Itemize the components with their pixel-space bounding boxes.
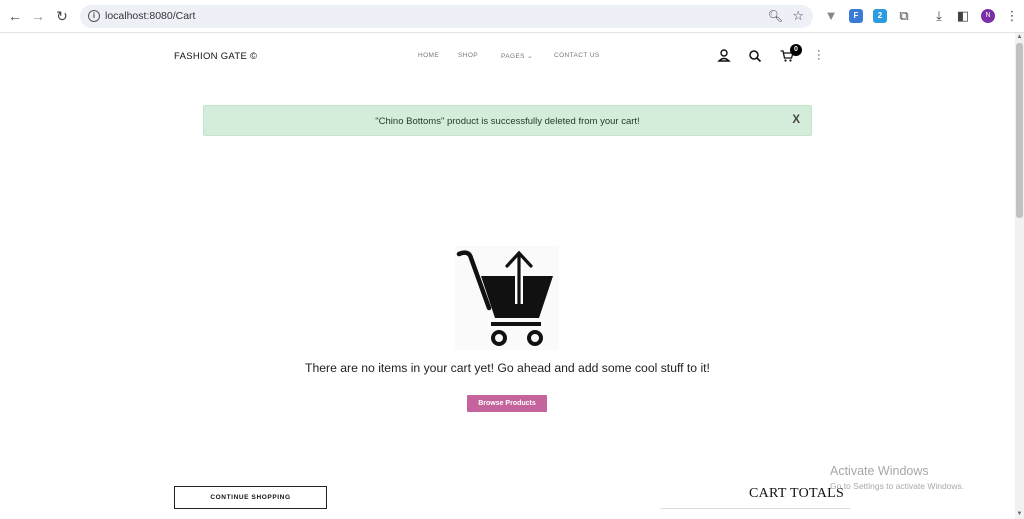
watermark-title: Activate Windows bbox=[830, 464, 929, 478]
alert-message: "Chino Bottoms" product is successfully … bbox=[375, 116, 640, 127]
activate-windows-watermark: Activate Windows Go to Settings to activ… bbox=[830, 464, 964, 491]
totals-divider bbox=[660, 508, 850, 509]
zoom-icon[interactable]: 🔍︎ bbox=[768, 9, 783, 23]
nav-home[interactable]: HOME bbox=[418, 52, 439, 59]
more-options-icon[interactable]: · · · bbox=[817, 46, 821, 65]
nav-pages[interactable]: PAGES ⌄ bbox=[501, 52, 533, 60]
reload-icon[interactable]: ↻ bbox=[53, 7, 71, 25]
extension-v-icon[interactable]: ▼ bbox=[823, 8, 839, 24]
watermark-subtitle: Go to Settings to activate Windows. bbox=[830, 481, 965, 491]
back-icon[interactable]: ← bbox=[6, 7, 24, 25]
cart-count-badge: 0 bbox=[790, 44, 802, 56]
browse-products-button[interactable]: Browse Products bbox=[467, 395, 547, 412]
nav-contact[interactable]: CONTACT US bbox=[554, 52, 600, 59]
nav-shop[interactable]: SHOP bbox=[458, 52, 478, 59]
brand-logo[interactable]: FASHION GATE © bbox=[174, 51, 257, 62]
chevron-down-icon: ⌄ bbox=[527, 53, 533, 60]
scrollbar-thumb[interactable] bbox=[1016, 43, 1023, 218]
empty-cart-message: There are no items in your cart yet! Go … bbox=[305, 361, 710, 375]
empty-cart-icon bbox=[455, 246, 559, 350]
address-bar[interactable]: i localhost:8080/Cart 🔍︎ ☆ bbox=[80, 5, 813, 28]
extension-f-icon[interactable]: F bbox=[849, 9, 863, 23]
scroll-down-icon[interactable]: ▼ bbox=[1016, 511, 1023, 518]
url-text[interactable]: localhost:8080/Cart bbox=[105, 10, 195, 22]
alert-close-button[interactable]: X bbox=[792, 114, 800, 126]
scroll-up-icon[interactable]: ▲ bbox=[1016, 34, 1023, 41]
browser-toolbar: ← → ↻ i localhost:8080/Cart 🔍︎ ☆ ▼ F 2 ⧉… bbox=[0, 0, 1024, 33]
browser-menu-icon[interactable]: ⋮ bbox=[1004, 8, 1020, 24]
user-icon[interactable] bbox=[716, 48, 732, 64]
forward-icon[interactable]: → bbox=[29, 7, 47, 25]
bookmark-star-icon[interactable]: ☆ bbox=[792, 8, 804, 24]
page-scrollbar[interactable]: ▲ ▼ bbox=[1015, 33, 1024, 519]
site-info-icon[interactable]: i bbox=[88, 10, 100, 22]
cart-alert: "Chino Bottoms" product is successfully … bbox=[203, 105, 812, 136]
extensions-puzzle-icon[interactable]: ⧉ bbox=[896, 8, 912, 24]
search-icon[interactable] bbox=[747, 48, 763, 64]
download-icon[interactable]: ⤓ bbox=[931, 8, 947, 24]
side-panel-icon[interactable]: ◧ bbox=[955, 8, 971, 24]
nav-pages-label: PAGES bbox=[501, 53, 525, 60]
profile-avatar[interactable]: N bbox=[981, 9, 995, 23]
continue-shopping-button[interactable]: CONTINUE SHOPPING bbox=[174, 486, 327, 509]
extension-2-icon[interactable]: 2 bbox=[873, 9, 887, 23]
